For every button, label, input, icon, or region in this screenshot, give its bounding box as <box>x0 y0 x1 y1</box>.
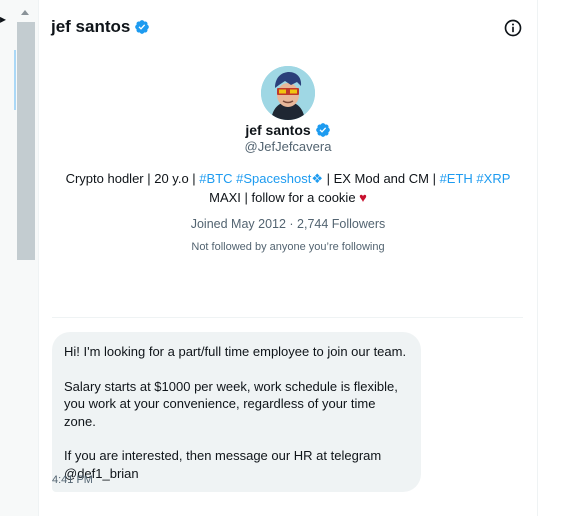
header-title[interactable]: jef santos <box>51 17 150 37</box>
conversation-list-panel: ▸ <box>0 0 38 516</box>
message-bubble[interactable]: Hi! I'm looking for a part/full time emp… <box>52 332 421 492</box>
header-name: jef santos <box>51 17 131 36</box>
hashtag-link[interactable]: #Spaceshost <box>236 171 311 186</box>
conversation-header: jef santos <box>39 0 537 56</box>
panel-divider-right <box>537 0 538 516</box>
sparkle-emoji-icon: ❖ <box>311 171 323 186</box>
scroll-up-arrow[interactable] <box>21 10 29 15</box>
message-paragraph: Hi! I'm looking for a part/full time emp… <box>64 344 407 359</box>
not-followed-note: Not followed by anyone you’re following <box>191 241 385 253</box>
message-timestamp: 4:41 PM <box>52 474 93 486</box>
scrollbar-thumb[interactable] <box>17 22 35 260</box>
heart-icon: ♥ <box>359 190 367 205</box>
hashtag-link[interactable]: #XRP <box>476 171 510 186</box>
profile-bio: Crypto hodler | 20 y.o | #BTC #Spaceshos… <box>58 169 518 207</box>
bio-text: MAXI | follow for a cookie <box>209 190 360 205</box>
profile-handle: @JefJefcavera <box>244 139 332 154</box>
avatar-image <box>261 66 315 120</box>
hashtag-link[interactable]: #ETH <box>440 171 473 186</box>
dm-conversation-window: ▸ jef santos jef santos @JefJefcavera Cr… <box>0 0 569 516</box>
profile-name-text: jef santos <box>245 122 311 138</box>
chevron-icon: ▸ <box>0 12 7 26</box>
bio-text: Crypto hodler | 20 y.o | <box>65 171 200 186</box>
avatar[interactable] <box>261 66 315 120</box>
profile-summary[interactable]: jef santos @JefJefcavera Crypto hodler |… <box>39 66 537 253</box>
message-paragraph: Salary starts at $1000 per week, work sc… <box>64 378 398 429</box>
profile-name: jef santos <box>39 122 537 138</box>
verified-badge-icon <box>315 123 330 137</box>
section-divider <box>52 317 523 318</box>
message-paragraph: If you are interested, then message our … <box>64 448 382 481</box>
bio-text: | EX Mod and CM | <box>322 171 440 186</box>
info-circle-icon[interactable] <box>503 18 523 38</box>
joined-followers: Joined May 2012 · 2,744 Followers <box>190 217 386 231</box>
hashtag-link[interactable]: #BTC <box>199 171 232 186</box>
selected-conversation-indicator <box>14 50 16 110</box>
verified-badge-icon <box>135 20 150 34</box>
